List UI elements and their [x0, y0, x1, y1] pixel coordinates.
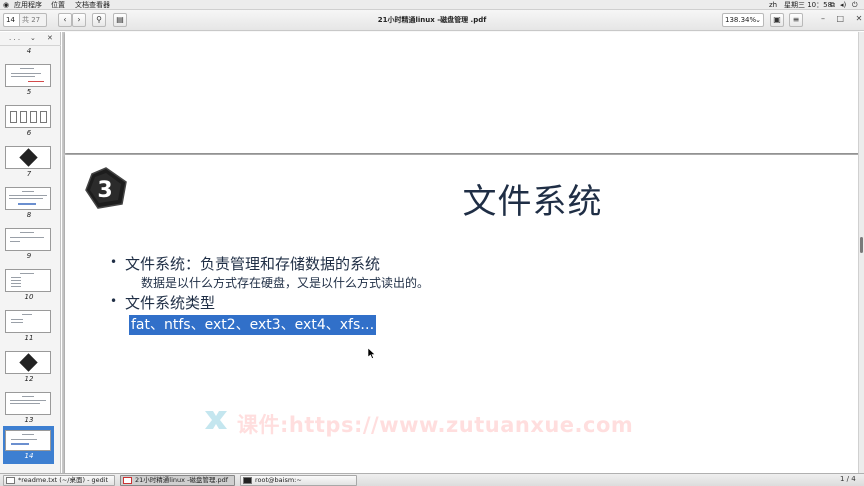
sidebar-icon: ▤: [116, 15, 124, 24]
previous-page-button[interactable]: ‹: [58, 13, 72, 27]
chevron-left-icon: ‹: [63, 15, 67, 24]
pdf-icon: [123, 477, 132, 484]
previous-page: [65, 32, 860, 153]
terminal-icon: [243, 477, 252, 484]
document-view[interactable]: 3 文件系统 文件系统：负责管理和存储数据的系统 数据是以什么方式存在硬盘，又是…: [62, 32, 860, 473]
zoom-select[interactable]: 138.34% ⌄: [722, 13, 764, 27]
thumbnail-page-10[interactable]: [5, 269, 51, 292]
input-method-indicator[interactable]: zh: [769, 1, 777, 9]
thumbnail-sidebar: . . . ⌄ ✕ 4 5 6 7 8 9 10 11 12 13 14: [0, 32, 61, 473]
page-count-label: 共 27: [20, 13, 47, 27]
thumbnail-number: 7: [26, 170, 32, 178]
bullet-filesystem-description: 数据是以什么方式存在硬盘，又是以什么方式读出的。: [141, 276, 430, 290]
task-label: root@baism:~: [255, 476, 302, 484]
window-controls: – □ ✕: [812, 14, 862, 23]
selected-text-fs-types[interactable]: fat、ntfs、ext2、ext3、ext4、xfs…: [129, 315, 377, 335]
close-sidebar-icon[interactable]: ✕: [47, 34, 53, 42]
hamburger-menu-icon: ≡: [792, 15, 800, 24]
bullet-filesystem-types: 文件系统类型: [110, 292, 215, 313]
chevron-down-icon: ⌄: [755, 16, 761, 24]
bullet-filesystem: 文件系统：负责管理和存储数据的系统: [110, 253, 380, 274]
applications-menu[interactable]: 应用程序: [14, 1, 42, 9]
thumbnail-number: 14: [24, 452, 34, 460]
scrollbar-thumb[interactable]: [860, 237, 863, 253]
current-page: 3 文件系统 文件系统：负责管理和存储数据的系统 数据是以什么方式存在硬盘，又是…: [65, 155, 860, 473]
thumbnail-page-5[interactable]: [5, 64, 51, 87]
power-icon[interactable]: ⏻: [852, 1, 858, 9]
more-options-icon[interactable]: . . .: [9, 34, 20, 42]
thumbnail-number: 9: [26, 252, 32, 260]
task-label: *readme.txt (~/桌面) - gedit: [18, 476, 109, 484]
watermark-text: 课件:https://www.zutuanxue.com: [237, 413, 634, 437]
sidebar-header: . . . ⌄ ✕: [0, 32, 61, 46]
thumbnail-page-7[interactable]: [5, 146, 51, 169]
text-editor-icon: [6, 477, 15, 484]
thumbnail-number: 13: [24, 416, 34, 424]
thumbnail-number: 6: [26, 129, 32, 137]
thumbnail-number: 11: [24, 334, 34, 342]
thumbnail-number: 12: [24, 375, 34, 383]
mouse-cursor-icon: [368, 348, 376, 359]
thumbnail-page-9[interactable]: [5, 228, 51, 251]
network-icon[interactable]: ⧉: [830, 1, 835, 9]
vertical-scrollbar[interactable]: [858, 32, 864, 473]
sidebar-toggle-button[interactable]: ▤: [113, 13, 127, 27]
find-button[interactable]: ⚲: [92, 13, 106, 27]
thumbnail-page-12[interactable]: [5, 351, 51, 374]
close-icon[interactable]: ✕: [856, 14, 863, 23]
clock[interactable]: 星期三 10：58: [784, 1, 832, 9]
print-button[interactable]: ▣: [770, 13, 784, 27]
next-page-button[interactable]: ›: [72, 13, 86, 27]
menu-button[interactable]: ≡: [789, 13, 803, 27]
workspace-pager[interactable]: 1 / 4: [840, 475, 856, 483]
app-name-menu[interactable]: 文档查看器: [75, 1, 110, 9]
task-document-viewer[interactable]: 21小时精通linux -磁盘管理.pdf: [120, 475, 235, 486]
chevron-down-icon[interactable]: ⌄: [30, 34, 36, 42]
places-menu[interactable]: 位置: [51, 1, 65, 9]
document-title: 21小时精通linux -磁盘管理 .pdf: [377, 16, 487, 24]
thumbnail-page-13[interactable]: [5, 392, 51, 415]
maximize-icon[interactable]: □: [837, 14, 845, 23]
task-gedit[interactable]: *readme.txt (~/桌面) - gedit: [3, 475, 115, 486]
top-panel: ◉ 应用程序 位置 文档查看器 zh 星期三 10：58 ⧉ ◂) ⏻: [0, 0, 864, 10]
thumbnail-page-6[interactable]: [5, 105, 51, 128]
task-terminal[interactable]: root@baism:~: [240, 475, 357, 486]
thumbnail-number: 4: [26, 47, 32, 55]
chevron-right-icon: ›: [77, 15, 81, 24]
thumbnail-page-14[interactable]: [5, 430, 51, 451]
watermark-logo: [205, 411, 227, 429]
taskbar: *readme.txt (~/桌面) - gedit 21小时精通linux -…: [0, 473, 864, 486]
minimize-icon[interactable]: –: [821, 14, 825, 23]
thumbnail-page-11[interactable]: [5, 310, 51, 333]
thumbnail-number: 10: [24, 293, 34, 301]
zoom-value: 138.34%: [725, 16, 757, 24]
app-menu-icon[interactable]: ◉: [3, 1, 9, 9]
task-label: 21小时精通linux -磁盘管理.pdf: [135, 476, 228, 484]
volume-icon[interactable]: ◂): [840, 1, 846, 9]
page-number-input[interactable]: 14: [3, 13, 20, 27]
slide-title: 文件系统: [462, 182, 603, 222]
thumbnail-number: 5: [26, 88, 32, 96]
document-header-bar: 14 共 27 ‹ › ⚲ ▤ 21小时精通linux -磁盘管理 .pdf 1…: [0, 10, 864, 31]
search-icon: ⚲: [96, 15, 102, 24]
thumbnail-page-8[interactable]: [5, 187, 51, 210]
thumbnail-number: 8: [26, 211, 32, 219]
print-icon: ▣: [773, 15, 781, 24]
